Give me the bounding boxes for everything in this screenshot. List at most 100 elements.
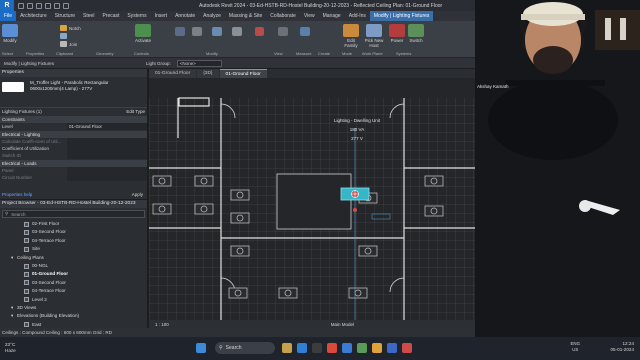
webcam-overlay: Akshay Kamath bbox=[475, 0, 640, 337]
store-icon[interactable] bbox=[312, 343, 322, 353]
light-group-dropdown[interactable]: <None> bbox=[176, 59, 222, 67]
browser-node[interactable]: ▾ Ceiling Plans bbox=[4, 254, 147, 262]
properties-help-link[interactable]: Properties help bbox=[2, 192, 32, 197]
recorder-icon[interactable] bbox=[402, 343, 412, 353]
cursor-icon bbox=[2, 24, 18, 37]
app-icon[interactable] bbox=[357, 343, 367, 353]
browser-node[interactable]: Level 2 bbox=[4, 296, 147, 304]
array-button[interactable] bbox=[232, 27, 242, 36]
section-constraints[interactable]: Constraints bbox=[0, 116, 147, 123]
clock[interactable]: 12:24 05-01-2024 bbox=[611, 341, 635, 353]
rotate-button[interactable] bbox=[175, 27, 185, 36]
browser-node[interactable]: ▾ Elevations (Building Elevation) bbox=[4, 312, 147, 320]
language-indicator[interactable]: ENG US bbox=[570, 341, 580, 353]
browser-node[interactable]: 04-Terrace Floor bbox=[4, 287, 147, 295]
windows-taskbar: 23°C Haze ⚲ Search ENG US 12:24 05-01-20… bbox=[0, 337, 640, 360]
apply-button[interactable]: Apply bbox=[132, 192, 143, 197]
instance-filter[interactable]: Lighting Fixtures (1) bbox=[2, 108, 42, 115]
panel-value[interactable] bbox=[67, 167, 147, 174]
taskbar-search[interactable]: ⚲ Search bbox=[215, 342, 275, 354]
tab-view[interactable]: View bbox=[300, 11, 319, 21]
browser-node[interactable]: 01-Ground Floor bbox=[4, 270, 147, 278]
revit-logo-icon[interactable]: R bbox=[0, 0, 14, 11]
tab-precast[interactable]: Precast bbox=[98, 11, 123, 21]
offset-button[interactable] bbox=[192, 27, 202, 36]
edit-type-button[interactable]: Edit Type bbox=[126, 108, 145, 115]
switch-id-value[interactable] bbox=[67, 152, 147, 159]
main-model-selector[interactable]: Main Model bbox=[331, 322, 354, 327]
browser-node-label: 00-NGL bbox=[32, 262, 49, 268]
tab-structure[interactable]: Structure bbox=[51, 11, 79, 21]
save-icon[interactable] bbox=[27, 2, 33, 9]
tab-annotate[interactable]: Annotate bbox=[171, 11, 199, 21]
modify-button[interactable]: Modify bbox=[2, 24, 18, 43]
tab-add-ins[interactable]: Add-Ins bbox=[345, 11, 370, 21]
measure-icon[interactable] bbox=[63, 2, 69, 9]
weather-widget[interactable]: 23°C Haze bbox=[5, 342, 16, 354]
browser-node[interactable]: Site bbox=[4, 245, 147, 253]
options-bar: Modify | Lighting Fixtures Light Group: … bbox=[0, 58, 475, 68]
circuit-value[interactable] bbox=[67, 174, 147, 181]
activate-button[interactable]: Activate bbox=[135, 24, 151, 43]
undo-icon[interactable] bbox=[36, 2, 42, 9]
cut-button[interactable] bbox=[60, 33, 67, 39]
section-electrical-lighting[interactable]: Electrical - Lighting bbox=[0, 131, 147, 138]
browser-node[interactable]: 00-NGL bbox=[4, 262, 147, 270]
tab-massing-site[interactable]: Massing & Site bbox=[225, 11, 266, 21]
coeff-value[interactable] bbox=[67, 145, 147, 152]
tab-steel[interactable]: Steel bbox=[79, 11, 98, 21]
scale-selector[interactable]: 1 : 100 bbox=[155, 322, 169, 327]
view-icon bbox=[24, 272, 29, 278]
switch-button[interactable]: Switch bbox=[408, 24, 424, 43]
section-electrical-loads[interactable]: Electrical - Loads bbox=[0, 160, 147, 167]
pick-new-host-button[interactable]: Pick New Host bbox=[362, 24, 386, 48]
level-row: Level 01-Ground Floor bbox=[0, 123, 147, 130]
browser-node[interactable]: 04-Terrace Floor bbox=[4, 237, 147, 245]
tab-manage[interactable]: Manage bbox=[319, 11, 345, 21]
browser-node[interactable]: 02-First Floor bbox=[4, 220, 147, 228]
document-tabs: 01-Ground Floor {3D} 01-Ground Floor bbox=[149, 69, 475, 78]
type-selector[interactable]: M_Troffer Light - Parabolic Rectangular … bbox=[0, 77, 147, 107]
edit-family-button[interactable]: Edit Family bbox=[340, 24, 362, 48]
power-button[interactable]: Power bbox=[389, 24, 405, 43]
start-icon[interactable] bbox=[196, 343, 206, 353]
document-tab[interactable]: 01-Ground Floor bbox=[149, 69, 197, 78]
browser-node-label: 03-Second Floor bbox=[32, 279, 66, 285]
print-icon[interactable] bbox=[54, 2, 60, 9]
join-button[interactable]: Join bbox=[60, 41, 77, 47]
file-explorer-icon[interactable] bbox=[282, 343, 292, 353]
edge-icon[interactable] bbox=[297, 343, 307, 353]
notch-button[interactable]: Notch bbox=[60, 25, 81, 31]
view-icon bbox=[24, 246, 29, 252]
tab-systems[interactable]: Systems bbox=[123, 11, 150, 21]
revit-taskbar-icon[interactable] bbox=[387, 343, 397, 353]
tab-architecture[interactable]: Architecture bbox=[16, 11, 51, 21]
browser-search-input[interactable]: Search bbox=[11, 212, 25, 217]
calc-cu-checkbox[interactable] bbox=[67, 138, 147, 145]
drawing-canvas[interactable]: Lighting - Dwelling Unit 180 VA 277 V bbox=[149, 78, 475, 320]
mirror-button[interactable] bbox=[212, 27, 222, 36]
document-tab[interactable]: 01-Ground Floor bbox=[219, 69, 267, 78]
ceiling-plan[interactable] bbox=[149, 78, 475, 320]
tab-modify-lighting-fixtures[interactable]: Modify | Lighting Fixtures bbox=[369, 11, 434, 21]
measure-button[interactable] bbox=[300, 27, 310, 36]
tab-collaborate[interactable]: Collaborate bbox=[266, 11, 300, 21]
level-value[interactable]: 01-Ground Floor bbox=[67, 123, 147, 130]
pin-button[interactable] bbox=[255, 27, 264, 36]
chrome-icon[interactable] bbox=[327, 343, 337, 353]
title-bar: R Autodesk Revit 2024 - 03-Ed-HSTB-RD-Ho… bbox=[0, 0, 475, 11]
redo-icon[interactable] bbox=[45, 2, 51, 9]
browser-node[interactable]: 03-Second Floor bbox=[4, 279, 147, 287]
browser-search[interactable]: ⚲ Search bbox=[2, 210, 145, 218]
view-button[interactable] bbox=[278, 27, 288, 36]
outlook-icon[interactable] bbox=[342, 343, 352, 353]
browser-node[interactable]: 03-Second Floor bbox=[4, 228, 147, 236]
tab-file[interactable]: File bbox=[0, 11, 17, 21]
photos-icon[interactable] bbox=[372, 343, 382, 353]
tab-analyze[interactable]: Analyze bbox=[199, 11, 225, 21]
open-icon[interactable] bbox=[18, 2, 24, 9]
tab-insert[interactable]: Insert bbox=[151, 11, 172, 21]
switch-id-label: Switch ID bbox=[2, 153, 22, 158]
browser-node[interactable]: ▾ 3D Views bbox=[4, 304, 147, 312]
document-tab[interactable]: {3D} bbox=[197, 69, 219, 78]
